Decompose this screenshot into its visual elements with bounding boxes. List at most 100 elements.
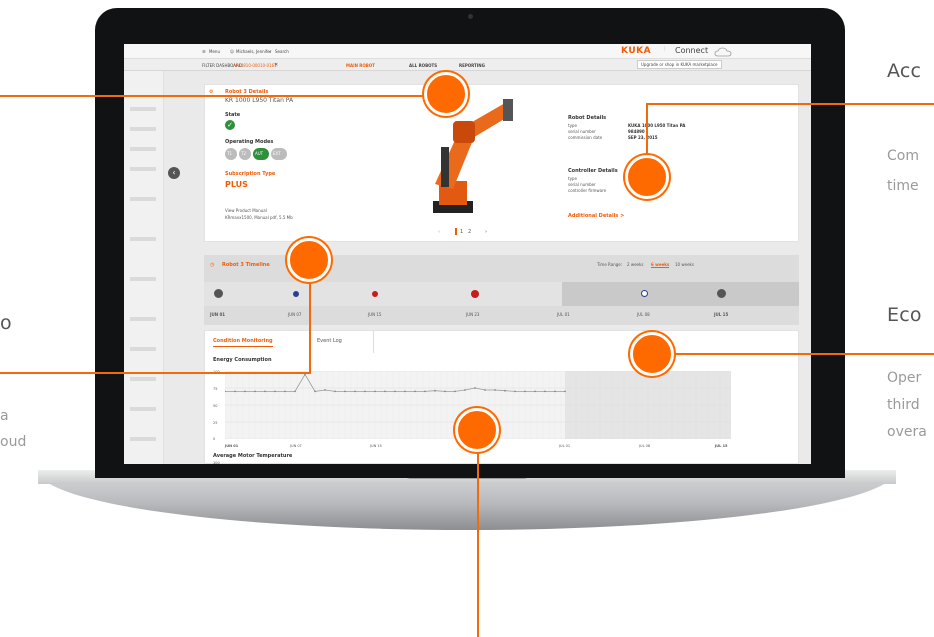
type-value: KUKA 1000 L950 Titan PA <box>628 123 686 128</box>
tab-reporting[interactable]: REPORTING <box>459 63 485 68</box>
hotspot-chart[interactable] <box>455 408 499 452</box>
timeline-event-alert[interactable] <box>471 290 479 298</box>
energy-point <box>454 390 456 393</box>
energy-point <box>534 390 536 393</box>
energy-point <box>484 389 486 391</box>
camera-icon <box>468 14 473 19</box>
tab-event-log[interactable]: Event Log <box>317 338 342 344</box>
close-icon[interactable]: ✕ <box>274 62 278 68</box>
tab-condition-monitoring[interactable]: Condition Monitoring <box>213 338 273 347</box>
right-text-2b: third <box>887 397 920 413</box>
right-text-1b: time <box>887 178 919 194</box>
manual-label: View Product Manual <box>225 208 267 213</box>
callout-line-access <box>646 103 934 105</box>
filter-value[interactable]: AP40810-00010-0161 <box>233 63 277 68</box>
x-tick-5: JUL 08 <box>639 444 651 448</box>
energy-point <box>344 390 346 393</box>
energy-point <box>274 390 276 393</box>
list-item[interactable] <box>130 277 156 281</box>
energy-point <box>384 390 386 393</box>
state-label: State <box>225 112 241 118</box>
additional-details-link[interactable]: Additional Details > <box>568 213 624 219</box>
range-label: Time Range: <box>597 262 623 267</box>
energy-point <box>244 390 246 393</box>
ctrl-type-label: type <box>568 176 577 181</box>
timeline-prev-icon[interactable] <box>214 289 223 298</box>
pager-prev-icon[interactable]: ‹ <box>438 229 440 235</box>
energy-point <box>234 390 236 393</box>
timeline-title: Robot 3 Timeline <box>222 262 270 268</box>
tab-divider <box>373 331 374 353</box>
list-item[interactable] <box>130 147 156 151</box>
manual-link[interactable]: KRmaxx1500, Manual pdf, 5.5 Mb <box>225 215 293 220</box>
energy-point <box>444 390 446 393</box>
right-text-2a: Oper <box>887 370 922 386</box>
timeline-track-future <box>562 282 799 306</box>
energy-point <box>564 390 566 393</box>
list-item[interactable] <box>130 197 156 201</box>
hotspot-timeline[interactable] <box>287 238 331 282</box>
y-tick-25: 25 <box>213 421 218 425</box>
list-item[interactable] <box>130 167 156 171</box>
list-item[interactable] <box>130 347 156 351</box>
callout-line-chart <box>477 430 479 637</box>
timeline-date-4: JUN 23 <box>466 312 480 317</box>
clock-icon: ◷ <box>210 262 215 268</box>
timeline-event-blue[interactable] <box>293 291 299 297</box>
monitoring-card: Condition Monitoring Event Log Energy Co… <box>204 330 799 464</box>
timeline-event-open[interactable] <box>641 290 648 297</box>
list-item[interactable] <box>130 127 156 131</box>
range-2weeks[interactable]: 2 weeks <box>627 262 643 267</box>
second-chart-title: Average Motor Temperature <box>213 453 293 459</box>
top-bar: ☰ Menu ☺ Michaels, Jennifer ⌕ Search KUK… <box>124 44 811 59</box>
list-item[interactable] <box>130 107 156 111</box>
search-label[interactable]: Search <box>275 49 289 54</box>
subscription-value: PLUS <box>225 180 248 189</box>
callout-line-eco <box>652 353 934 355</box>
energy-point <box>364 390 366 393</box>
hotspot-eco[interactable] <box>630 332 674 376</box>
cloud-icon <box>714 47 732 57</box>
tab-main-robot[interactable]: MAIN ROBOT <box>346 63 375 68</box>
energy-point <box>314 390 316 393</box>
menu-icon[interactable]: ☰ <box>202 49 206 54</box>
state-ok-icon: ✓ <box>225 120 235 130</box>
range-6weeks[interactable]: 6 weeks <box>651 262 670 268</box>
list-item[interactable] <box>130 317 156 321</box>
list-item[interactable] <box>130 377 156 381</box>
timeline-event-red[interactable] <box>372 291 378 297</box>
timeline-date-5: JUL 01 <box>557 312 570 317</box>
energy-point <box>424 390 426 393</box>
list-item[interactable] <box>130 437 156 441</box>
list-item[interactable] <box>130 407 156 411</box>
hotspot-access[interactable] <box>625 155 669 199</box>
callout-line-timeline <box>0 372 311 374</box>
energy-point <box>554 390 556 393</box>
pager-page-1[interactable]: 1 <box>460 229 463 235</box>
left-text-1: a <box>0 408 9 424</box>
hotspot-details[interactable] <box>424 72 468 116</box>
energy-point <box>494 389 496 391</box>
user-name[interactable]: Michaels, Jennifer <box>236 49 271 54</box>
menu-label[interactable]: Menu <box>209 49 220 54</box>
timeline-date-2: JUN 07 <box>288 312 302 317</box>
commission-value: SEP 23, 2015 <box>628 135 658 140</box>
user-icon: ☺ <box>230 49 235 54</box>
left-heading: o <box>0 312 12 334</box>
upgrade-button[interactable]: Upgrade or shop in KUKA marketplace <box>637 60 722 69</box>
timeline-next-icon[interactable] <box>717 289 726 298</box>
list-item[interactable] <box>130 237 156 241</box>
pager-next-icon[interactable]: › <box>485 229 487 235</box>
type-label: type <box>568 123 577 128</box>
energy-point <box>324 389 326 391</box>
energy-point <box>264 390 266 393</box>
collapse-arrow-icon[interactable]: ‹ <box>168 167 180 179</box>
tab-all-robots[interactable]: ALL ROBOTS <box>409 63 437 68</box>
range-10weeks[interactable]: 10 weeks <box>675 262 694 267</box>
right-heading-eco: Eco <box>887 304 922 326</box>
pager-page-2[interactable]: 2 <box>468 229 471 235</box>
x-tick-1: JUN 01 <box>225 444 239 448</box>
connect-label: Connect <box>675 46 709 55</box>
x-tick-4: JUL 01 <box>559 444 571 448</box>
ctrl-firmware-label: controller firmware <box>568 188 607 193</box>
